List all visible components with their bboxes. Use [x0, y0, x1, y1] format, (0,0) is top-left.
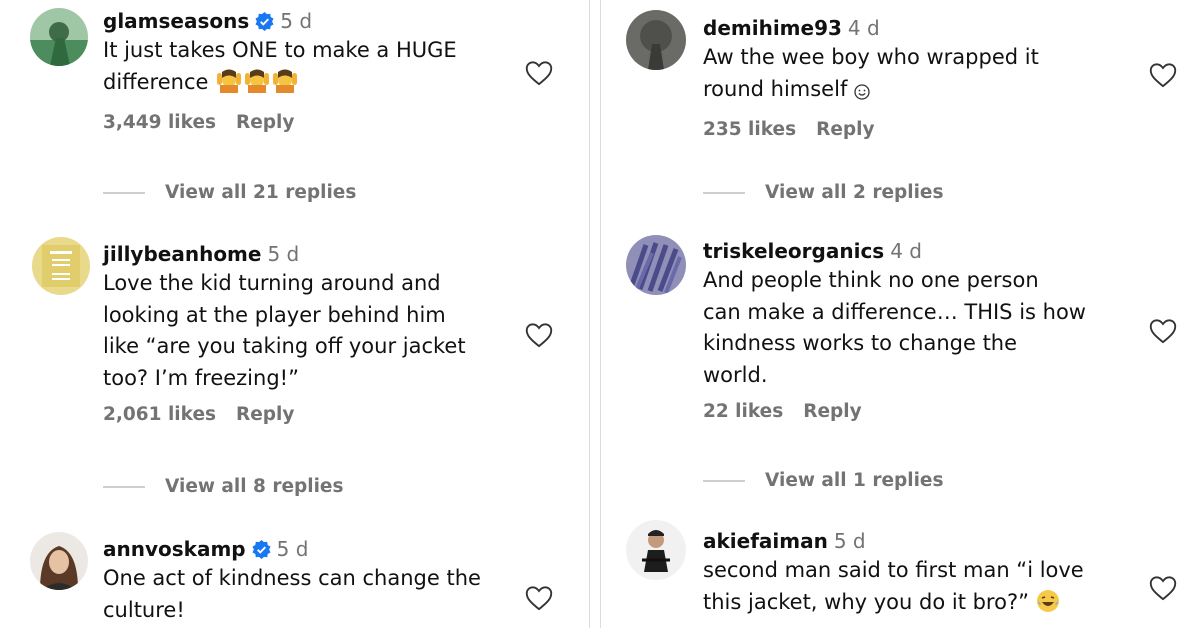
replies-divider	[703, 480, 745, 482]
smiling-face-icon	[854, 78, 870, 110]
like-heart-icon[interactable]	[525, 322, 553, 348]
view-replies-link[interactable]: View all 2 replies	[703, 182, 944, 203]
avatar-triskeleorganics[interactable]	[626, 235, 686, 295]
avatar-demihime93[interactable]	[626, 10, 686, 70]
comment-time: 4 d	[847, 16, 880, 40]
avatar-jillybeanhome[interactable]	[32, 237, 90, 295]
like-heart-icon[interactable]	[1149, 575, 1177, 601]
verified-badge-icon	[255, 10, 274, 31]
reply-button[interactable]: Reply	[236, 112, 294, 133]
comment-text: Aw the wee boy who wrapped it round hims…	[703, 42, 1133, 109]
likes-count[interactable]: 22 likes	[703, 401, 783, 422]
likes-count[interactable]: 3,449 likes	[103, 112, 216, 133]
avatar-akiefaiman[interactable]	[626, 520, 686, 580]
view-replies-link[interactable]: View all 1 replies	[703, 470, 944, 491]
comment-text: second man said to first man “i love thi…	[703, 555, 1143, 622]
view-replies-link[interactable]: View all 21 replies	[103, 182, 356, 203]
comment-time: 4 d	[890, 239, 922, 263]
comment-username[interactable]: jillybeanhome	[103, 242, 261, 266]
comment-username[interactable]: annvoskamp	[103, 537, 246, 561]
likes-count[interactable]: 235 likes	[703, 119, 796, 140]
comment-time: 5 d	[276, 537, 309, 561]
like-heart-icon[interactable]	[525, 585, 553, 611]
like-heart-icon[interactable]	[525, 60, 553, 86]
comment-time: 5 d	[280, 9, 313, 33]
comment-username[interactable]: demihime93	[703, 16, 842, 40]
reply-button[interactable]: Reply	[803, 401, 861, 422]
verified-badge-icon	[252, 538, 271, 559]
avatar-annvoskamp[interactable]	[30, 532, 88, 590]
comments-panel-right: demihime93 4 d Aw the wee boy who wrapped…	[600, 0, 1200, 628]
replies-divider	[103, 486, 145, 488]
avatar-glamseasons[interactable]	[30, 8, 88, 66]
like-heart-icon[interactable]	[1149, 62, 1177, 88]
likes-count[interactable]: 2,061 likes	[103, 404, 216, 425]
person-raising-hands-icon	[271, 69, 299, 103]
view-replies-link[interactable]: View all 8 replies	[103, 476, 344, 497]
like-heart-icon[interactable]	[1149, 318, 1177, 344]
comment-username[interactable]: glamseasons	[103, 9, 249, 33]
comment-text: And people think no one person can make …	[703, 268, 1086, 387]
comment-time: 5 d	[833, 529, 866, 553]
comment-text: One act of kindness can change the cultu…	[103, 566, 481, 622]
comment-text: Love the kid turning around and looking …	[103, 271, 466, 390]
comment-username[interactable]: triskeleorganics	[703, 239, 884, 263]
replies-divider	[103, 192, 145, 194]
comments-panel-left: glamseasons 5 d It just takes ONE to make…	[0, 0, 590, 628]
reply-button[interactable]: Reply	[236, 404, 294, 425]
comment-text: It just takes ONE to make a HUGE differe…	[103, 35, 523, 102]
replies-divider	[703, 192, 745, 194]
person-raising-hands-icon	[215, 69, 243, 103]
comment-username[interactable]: akiefaiman	[703, 529, 828, 553]
person-raising-hands-icon	[243, 69, 271, 103]
reply-button[interactable]: Reply	[816, 119, 874, 140]
comment-time: 5 d	[267, 242, 300, 266]
laughing-face-icon	[1036, 589, 1060, 623]
